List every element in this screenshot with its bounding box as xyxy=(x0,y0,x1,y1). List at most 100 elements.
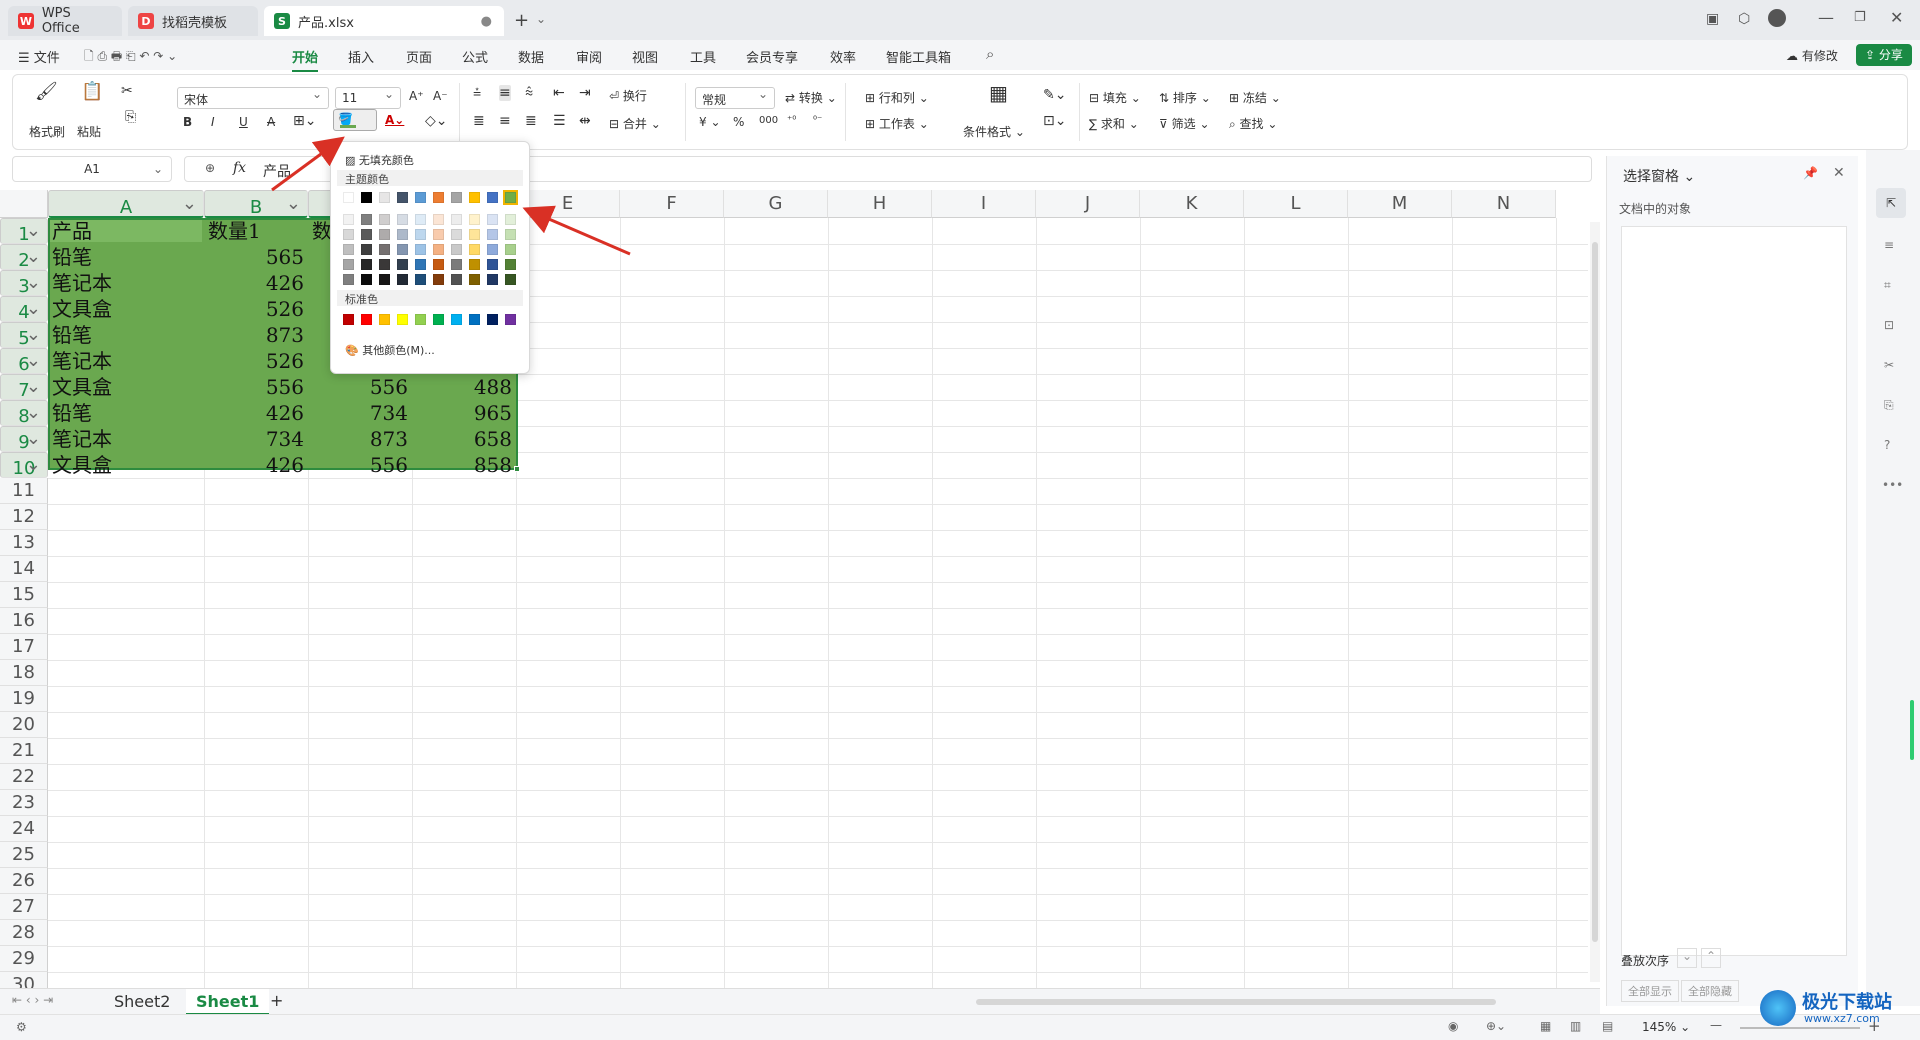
theme-shade-swatch[interactable] xyxy=(361,259,372,270)
conditional-format-button[interactable]: 条件格式 ⌄ xyxy=(963,123,1025,140)
row-header-20[interactable]: 20 xyxy=(0,712,48,738)
font-size-select[interactable]: 11 xyxy=(335,87,401,109)
page-layout-icon[interactable]: ▥ xyxy=(1570,1019,1581,1033)
theme-shade-swatch[interactable] xyxy=(361,244,372,255)
table-cell[interactable]: 658 xyxy=(412,426,516,452)
tab-product-xlsx[interactable]: S 产品.xlsx ● xyxy=(264,6,504,36)
row-header-10[interactable]: 10 xyxy=(0,452,48,479)
layout-icon[interactable]: ▣ xyxy=(1706,11,1719,27)
theme-shade-swatch[interactable] xyxy=(505,244,516,255)
more-icon[interactable]: ••• xyxy=(1882,478,1903,492)
standard-color-swatch[interactable] xyxy=(487,314,498,325)
theme-shade-swatch[interactable] xyxy=(469,244,480,255)
image-icon[interactable]: ⊡ xyxy=(1884,318,1894,332)
standard-color-swatch[interactable] xyxy=(433,314,444,325)
theme-shade-swatch[interactable] xyxy=(487,274,498,285)
menu-data[interactable]: 数据 xyxy=(518,47,544,66)
column-header-f[interactable]: F xyxy=(620,190,724,218)
menu-efficiency[interactable]: 效率 xyxy=(830,47,856,66)
show-all-button[interactable]: 全部显示 xyxy=(1621,980,1679,1002)
merge-button[interactable]: ⊟ 合并 ⌄ xyxy=(609,115,661,132)
sheet-nav-icons[interactable]: ⇤ ‹ › ⇥ xyxy=(12,993,53,1007)
increase-font-icon[interactable]: A⁺ xyxy=(409,89,424,103)
find-button[interactable]: ⌕ 查找 ⌄ xyxy=(1229,115,1277,132)
fx-icon[interactable]: fx xyxy=(233,160,246,176)
decimal-decrease-icon[interactable]: ⁰⁻ xyxy=(813,115,822,126)
theme-shade-swatch[interactable] xyxy=(379,274,390,285)
row-header-26[interactable]: 26 xyxy=(0,868,48,894)
theme-shade-swatch[interactable] xyxy=(505,214,516,225)
spreadsheet-grid[interactable]: ABCDEFGHIJKLMN 1234567891011121314151617… xyxy=(0,190,1600,999)
align-left-icon[interactable]: ≣ xyxy=(473,113,485,129)
selection-pane-title[interactable]: 选择窗格 ⌄ xyxy=(1623,166,1695,186)
theme-color-swatch[interactable] xyxy=(451,192,462,203)
theme-shade-swatch[interactable] xyxy=(397,274,408,285)
name-box[interactable]: A1 ⌄ xyxy=(12,156,172,182)
macro-icon[interactable]: ⚙ xyxy=(16,1020,27,1034)
row-header-22[interactable]: 22 xyxy=(0,764,48,790)
menu-view[interactable]: 视图 xyxy=(632,47,658,66)
row-header-14[interactable]: 14 xyxy=(0,556,48,582)
theme-shade-swatch[interactable] xyxy=(433,274,444,285)
row-header-3[interactable]: 3 xyxy=(0,270,48,297)
close-icon[interactable]: ✕ xyxy=(1890,8,1903,27)
column-header-k[interactable]: K xyxy=(1140,190,1244,218)
row-header-6[interactable]: 6 xyxy=(0,348,48,375)
strikethrough-icon[interactable]: A xyxy=(267,115,275,129)
table-cell[interactable]: 873 xyxy=(308,426,412,452)
table-cell[interactable]: 565 xyxy=(204,244,308,270)
theme-shade-swatch[interactable] xyxy=(487,259,498,270)
theme-shade-swatch[interactable] xyxy=(487,229,498,240)
theme-shade-swatch[interactable] xyxy=(343,214,354,225)
menu-insert[interactable]: 插入 xyxy=(348,47,374,66)
thousands-icon[interactable]: 000 xyxy=(759,115,778,126)
column-header-i[interactable]: I xyxy=(932,190,1036,218)
decimal-increase-icon[interactable]: ⁺⁰ xyxy=(787,115,796,126)
properties-icon[interactable]: ≡ xyxy=(1884,238,1894,252)
row-header-23[interactable]: 23 xyxy=(0,790,48,816)
side-scroll-indicator[interactable] xyxy=(1910,700,1914,760)
font-name-select[interactable]: 宋体 xyxy=(177,87,329,109)
table-cell[interactable]: 488 xyxy=(412,374,516,400)
row-header-9[interactable]: 9 xyxy=(0,426,48,453)
theme-color-swatch[interactable] xyxy=(503,190,518,205)
justify-icon[interactable]: ☰ xyxy=(553,113,566,129)
currency-icon[interactable]: ¥ ⌄ xyxy=(699,115,721,129)
theme-shade-swatch[interactable] xyxy=(361,214,372,225)
theme-shade-swatch[interactable] xyxy=(343,244,354,255)
table-cell[interactable]: 858 xyxy=(412,452,516,478)
vertical-scrollbar[interactable] xyxy=(1590,222,1600,982)
percent-icon[interactable]: % xyxy=(733,115,744,129)
eye-protection-icon[interactable]: ◉ xyxy=(1448,1019,1458,1033)
theme-shade-swatch[interactable] xyxy=(451,229,462,240)
table-cell[interactable]: 734 xyxy=(308,400,412,426)
theme-shade-swatch[interactable] xyxy=(415,244,426,255)
table-cell[interactable]: 笔记本 xyxy=(48,270,204,296)
theme-color-swatch[interactable] xyxy=(487,192,498,203)
theme-shade-swatch[interactable] xyxy=(487,214,498,225)
theme-shade-swatch[interactable] xyxy=(379,259,390,270)
column-header-e[interactable]: E xyxy=(516,190,620,218)
tab-list-icon[interactable]: ⌄ xyxy=(536,12,546,26)
fill-button[interactable]: ⊟ 填充 ⌄ xyxy=(1089,89,1141,106)
row-header-24[interactable]: 24 xyxy=(0,816,48,842)
border-icon[interactable]: ⊞⌄ xyxy=(293,113,316,129)
standard-color-swatch[interactable] xyxy=(361,314,372,325)
table-style-icon[interactable]: ⊡⌄ xyxy=(1043,113,1066,129)
hide-all-button[interactable]: 全部隐藏 xyxy=(1681,980,1739,1002)
standard-color-swatch[interactable] xyxy=(343,314,354,325)
theme-color-swatch[interactable] xyxy=(361,192,372,203)
theme-shade-swatch[interactable] xyxy=(433,214,444,225)
column-header-n[interactable]: N xyxy=(1452,190,1556,218)
theme-shade-swatch[interactable] xyxy=(379,229,390,240)
align-middle-icon[interactable]: ≡ xyxy=(499,85,511,101)
row-header-2[interactable]: 2 xyxy=(0,244,48,271)
theme-shade-swatch[interactable] xyxy=(397,244,408,255)
theme-shade-swatch[interactable] xyxy=(451,274,462,285)
theme-shade-swatch[interactable] xyxy=(361,274,372,285)
bold-icon[interactable]: B xyxy=(183,115,192,129)
table-cell[interactable]: 文具盒 xyxy=(48,296,204,322)
font-color-icon[interactable]: A⌄ xyxy=(385,113,404,127)
row-header-13[interactable]: 13 xyxy=(0,530,48,556)
more-colors-option[interactable]: 🎨 其他颜色(M)... xyxy=(345,342,435,358)
